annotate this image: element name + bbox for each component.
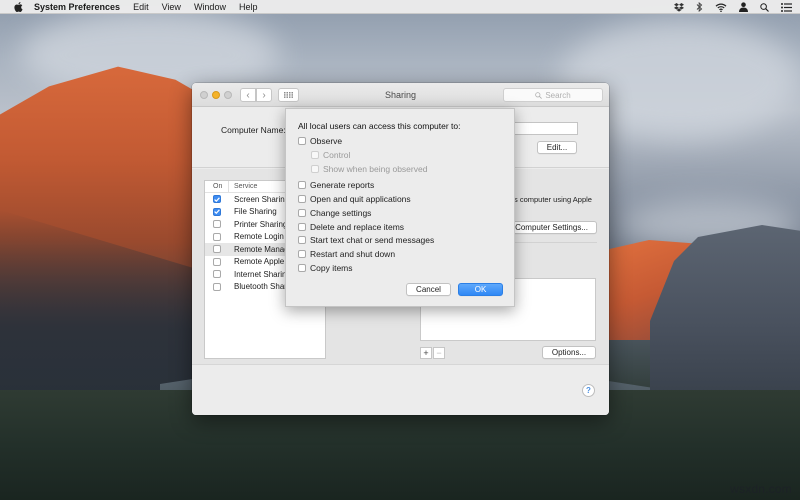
service-name: Screen Sharing <box>234 194 290 204</box>
search-placeholder: Search <box>545 90 571 100</box>
access-option: Control <box>311 150 350 160</box>
access-option[interactable]: Generate reports <box>298 180 374 190</box>
minus-icon: − <box>436 348 442 358</box>
service-checkbox[interactable] <box>213 270 221 279</box>
options-button[interactable]: Options... <box>542 346 596 359</box>
option-label: Copy items <box>310 263 353 273</box>
spotlight-search-icon[interactable] <box>760 2 769 12</box>
option-checkbox[interactable] <box>298 264 306 272</box>
menu-window[interactable]: Window <box>194 2 226 12</box>
search-icon <box>535 91 543 99</box>
service-toggle-cell <box>205 245 229 254</box>
wifi-icon[interactable] <box>715 3 727 12</box>
access-option[interactable]: Delete and replace items <box>298 222 404 232</box>
option-label: Open and quit applications <box>310 194 411 204</box>
option-label: Change settings <box>310 208 372 218</box>
service-name: Remote Login <box>234 232 284 242</box>
watermark: wsxdn.com <box>730 482 792 496</box>
service-name: Internet Sharing <box>234 269 291 279</box>
cancel-button[interactable]: Cancel <box>406 283 451 296</box>
bluetooth-icon[interactable] <box>696 2 703 12</box>
plus-icon: + <box>423 348 429 358</box>
menu-status-area <box>674 0 792 14</box>
service-checkbox[interactable] <box>213 195 221 204</box>
service-toggle-cell <box>205 207 229 216</box>
remove-user-button[interactable]: − <box>433 347 445 359</box>
menu-edit[interactable]: Edit <box>133 2 149 12</box>
service-checkbox[interactable] <box>213 245 221 254</box>
option-label: Show when being observed <box>323 164 428 174</box>
menu-view[interactable]: View <box>162 2 181 12</box>
option-checkbox[interactable] <box>298 223 306 231</box>
service-description: s computer using Apple <box>514 195 592 204</box>
option-checkbox[interactable] <box>298 181 306 189</box>
option-label: Start text chat or send messages <box>310 235 435 245</box>
column-header-on[interactable]: On <box>205 181 229 192</box>
menu-help[interactable]: Help <box>239 2 258 12</box>
sheet-heading: All local users can access this computer… <box>298 121 461 131</box>
option-label: Observe <box>310 136 343 146</box>
option-label: Delete and replace items <box>310 222 405 232</box>
service-checkbox[interactable] <box>213 282 221 291</box>
menu-app-name[interactable]: System Preferences <box>34 2 120 12</box>
option-checkbox[interactable] <box>298 250 306 258</box>
access-option[interactable]: Copy items <box>298 263 353 273</box>
service-toggle-cell <box>205 282 229 291</box>
window-footer: ? <box>192 366 609 415</box>
access-option[interactable]: Observe <box>298 136 342 146</box>
option-checkbox <box>311 151 319 159</box>
checkmark-icon <box>214 197 220 202</box>
option-checkbox[interactable] <box>298 209 306 217</box>
service-toggle-cell <box>205 257 229 266</box>
option-checkbox[interactable] <box>298 236 306 244</box>
service-checkbox[interactable] <box>213 232 221 241</box>
option-label: Control <box>323 150 351 160</box>
computer-name-label: Computer Name: <box>221 125 286 135</box>
option-checkbox[interactable] <box>298 137 306 145</box>
search-input[interactable]: Search <box>503 88 603 102</box>
window-titlebar[interactable]: ‹ › Sharing Search <box>192 83 609 107</box>
service-toggle-cell <box>205 195 229 204</box>
apple-logo-icon[interactable] <box>12 1 25 12</box>
dropbox-icon[interactable] <box>674 2 684 12</box>
option-label: Restart and shut down <box>310 249 396 259</box>
service-toggle-cell <box>205 220 229 229</box>
user-icon[interactable] <box>739 2 748 12</box>
checkmark-icon <box>214 209 220 215</box>
menu-bar: System Preferences Edit View Window Help <box>0 0 800 14</box>
option-checkbox <box>311 165 319 173</box>
computer-name-field[interactable] <box>512 122 578 135</box>
service-checkbox[interactable] <box>213 207 221 216</box>
access-option[interactable]: Change settings <box>298 208 371 218</box>
ok-button[interactable]: OK <box>458 283 503 296</box>
edit-button[interactable]: Edit... <box>537 141 577 154</box>
service-name: Printer Sharing <box>234 219 288 229</box>
help-icon: ? <box>586 386 591 395</box>
computer-settings-button[interactable]: Computer Settings... <box>508 221 597 234</box>
option-label: Generate reports <box>310 180 375 190</box>
service-checkbox[interactable] <box>213 257 221 266</box>
option-checkbox[interactable] <box>298 195 306 203</box>
access-options-sheet: All local users can access this computer… <box>285 108 515 307</box>
add-user-button[interactable]: + <box>420 347 432 359</box>
notification-center-icon[interactable] <box>781 2 792 12</box>
service-toggle-cell <box>205 232 229 241</box>
access-option[interactable]: Start text chat or send messages <box>298 235 434 245</box>
access-option: Show when being observed <box>311 164 427 174</box>
service-toggle-cell <box>205 270 229 279</box>
service-name: File Sharing <box>234 207 277 217</box>
service-checkbox[interactable] <box>213 220 221 229</box>
column-header-service[interactable]: Service <box>229 183 257 190</box>
help-button[interactable]: ? <box>582 384 595 397</box>
access-option[interactable]: Restart and shut down <box>298 249 395 259</box>
access-option[interactable]: Open and quit applications <box>298 194 411 204</box>
